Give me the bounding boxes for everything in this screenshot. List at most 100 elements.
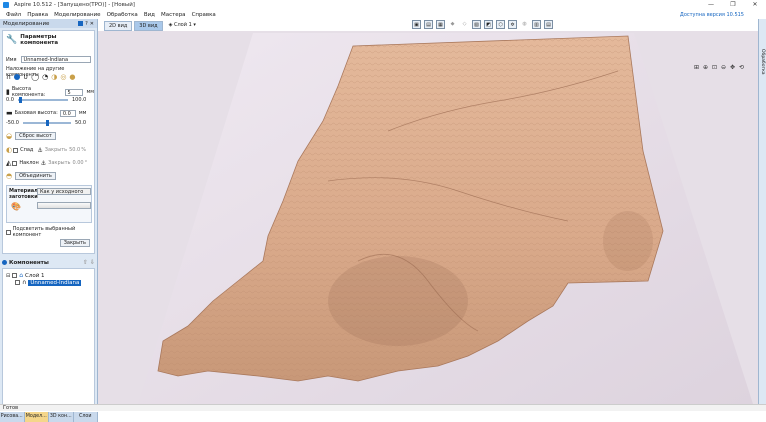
view-split-icon[interactable]: ▥ — [532, 20, 541, 29]
view-top-icon[interactable]: ▤ — [424, 20, 433, 29]
close-icon[interactable]: ✕ — [90, 21, 94, 27]
zoom-out-icon[interactable]: ⊖ — [719, 63, 728, 72]
mode-add-icon[interactable]: ∩ — [6, 73, 11, 81]
view-bg-icon[interactable]: ◍ — [520, 20, 529, 29]
anchor-icon-2[interactable]: ⚓ — [41, 160, 46, 167]
close-panel-button[interactable]: Закрыть — [59, 239, 90, 247]
fade-close-label: Закрыть — [44, 147, 68, 153]
layer-icon: ⌂ — [19, 272, 24, 279]
view-toolpath-icon[interactable]: ⬡ — [496, 20, 505, 29]
pan-icon[interactable]: ✥ — [728, 63, 737, 72]
height-input[interactable]: 5 — [64, 88, 84, 96]
tab-3d-clipart[interactable]: 3D кон... — [49, 412, 74, 422]
component-name-input[interactable]: Unnamed-Indiana — [20, 56, 91, 63]
tree-layer-row[interactable]: ⊟ ⌂ Слой 1 — [6, 272, 45, 279]
view-light-icon[interactable]: ◇ — [460, 20, 469, 29]
panel-header: Моделирование ? ✕ — [0, 19, 97, 28]
mode-blend-icon[interactable]: ● — [69, 73, 75, 81]
view-material-icon[interactable]: ◩ — [484, 20, 493, 29]
menu-edit[interactable]: Правка — [27, 12, 48, 18]
tree-component-row[interactable]: ∩ Unnamed-Indiana — [15, 279, 82, 286]
height-min: 0.0 — [6, 97, 14, 103]
menu-bar: Файл Правка Моделирование Обработка Вид … — [0, 10, 766, 19]
layer-dropdown[interactable]: ◈ Слой 1 ▾ — [169, 21, 196, 31]
base-height-input[interactable]: 0.0 — [59, 109, 76, 117]
move-up-icon[interactable]: ⇧ — [83, 259, 88, 266]
menu-help[interactable]: Справка — [192, 12, 216, 18]
menu-view[interactable]: Вид — [144, 12, 155, 18]
move-down-icon[interactable]: ⇩ — [90, 259, 95, 266]
tab-2d-view[interactable]: 2D вид — [104, 21, 133, 31]
panel-tabs: Рисова... Модел... 3D кон... Слои — [0, 412, 98, 422]
toolpaths-tab[interactable]: Обработка — [760, 49, 765, 75]
palette-icon[interactable]: 🎨 — [11, 202, 21, 211]
view-list-icon[interactable]: ▤ — [544, 20, 553, 29]
update-notice-link[interactable]: Доступна версия 10.515 — [680, 12, 744, 18]
menu-machining[interactable]: Обработка — [107, 12, 138, 18]
view-settings-icon[interactable]: ✲ — [508, 20, 517, 29]
layer-name: Слой 1 — [25, 272, 45, 279]
component-properties: 🔧 Параметры компонента Имя Unnamed-India… — [2, 30, 95, 254]
maximize-button[interactable]: ❐ — [722, 0, 744, 10]
base-slider[interactable] — [22, 120, 71, 126]
menu-modeling[interactable]: Моделирование — [54, 12, 100, 18]
component-checkbox[interactable] — [15, 280, 20, 285]
section-header: 🔧 Параметры компонента — [6, 34, 94, 46]
height-slider[interactable] — [17, 97, 68, 103]
help-icon[interactable]: ? — [85, 21, 88, 27]
base-slider-thumb[interactable] — [45, 120, 49, 126]
height-icon: ▮ — [6, 88, 10, 96]
height-max: 100.0 — [71, 97, 87, 103]
relief-render[interactable] — [98, 31, 758, 404]
zoom-in-icon[interactable]: ⊕ — [701, 63, 710, 72]
fade-value[interactable]: 50.0 — [69, 147, 80, 153]
fade-checkbox[interactable] — [13, 147, 19, 153]
mode-subtract-icon[interactable]: ∪ — [23, 73, 28, 81]
view-shade-icon[interactable]: ◆ — [448, 20, 457, 29]
material-swatch[interactable] — [37, 202, 91, 209]
zoom-fit-icon[interactable]: ⊞ — [692, 63, 701, 72]
rotate-icon[interactable]: ⟲ — [737, 63, 746, 72]
fade-unit: % — [81, 147, 86, 153]
tilt-icon: ◭ — [6, 159, 12, 167]
minimize-button[interactable]: — — [700, 0, 722, 10]
view-iso-icon[interactable]: ▣ — [412, 20, 421, 29]
menu-wizards[interactable]: Мастера — [161, 12, 186, 18]
viewport-icons: ⊞ ⊕ ⊡ ⊖ ✥ ⟲ — [692, 63, 746, 72]
pin-icon[interactable] — [78, 20, 84, 26]
mode-merge-icon[interactable]: ◎ — [60, 73, 66, 81]
mode-multiply-icon[interactable]: ◑ — [51, 73, 57, 81]
section-title: Параметры компонента — [20, 34, 59, 46]
tilt-checkbox[interactable] — [12, 160, 18, 166]
view-grid-icon[interactable]: ▦ — [436, 20, 445, 29]
tilt-unit: ° — [84, 160, 88, 166]
reset-heights-button[interactable]: Сброс высот — [15, 132, 56, 140]
3d-viewport[interactable]: ⊞ ⊕ ⊡ ⊖ ✥ ⟲ — [98, 31, 758, 404]
tab-3d-view[interactable]: 3D вид — [134, 21, 163, 31]
tab-layers[interactable]: Слои — [73, 412, 98, 422]
highlight-checkbox[interactable] — [6, 229, 11, 235]
reset-icon: ◒ — [6, 132, 13, 140]
mode-low-icon[interactable]: ◔ — [42, 73, 48, 81]
tab-drawing[interactable]: Рисова... — [0, 412, 25, 422]
layer-checkbox[interactable] — [12, 273, 18, 278]
mode-add-active-icon[interactable] — [14, 74, 21, 80]
component-icon: ∩ — [22, 279, 27, 286]
close-button[interactable]: ✕ — [744, 0, 766, 10]
right-sidebar: Обработка — [758, 19, 766, 404]
mode-high-icon[interactable]: ◯ — [31, 73, 39, 81]
tilt-value[interactable]: 0.00 — [72, 160, 83, 166]
view-wire-icon[interactable]: ▧ — [472, 20, 481, 29]
anchor-icon[interactable]: ⚓ — [37, 147, 42, 154]
tab-modeling[interactable]: Модел... — [24, 412, 49, 422]
hill-region — [328, 256, 468, 346]
material-select[interactable]: Как у исходного — [37, 188, 91, 195]
menu-file[interactable]: Файл — [6, 12, 21, 18]
component-name[interactable]: Unnamed-Indiana — [28, 279, 82, 286]
merge-button[interactable]: Объединить — [15, 172, 56, 180]
layer-dropdown-value: Слой 1 — [174, 22, 192, 28]
height-slider-thumb[interactable] — [18, 97, 22, 103]
expand-icon[interactable]: ⊟ — [6, 273, 10, 279]
zoom-area-icon[interactable]: ⊡ — [710, 63, 719, 72]
chevron-down-icon: ▾ — [191, 22, 196, 28]
